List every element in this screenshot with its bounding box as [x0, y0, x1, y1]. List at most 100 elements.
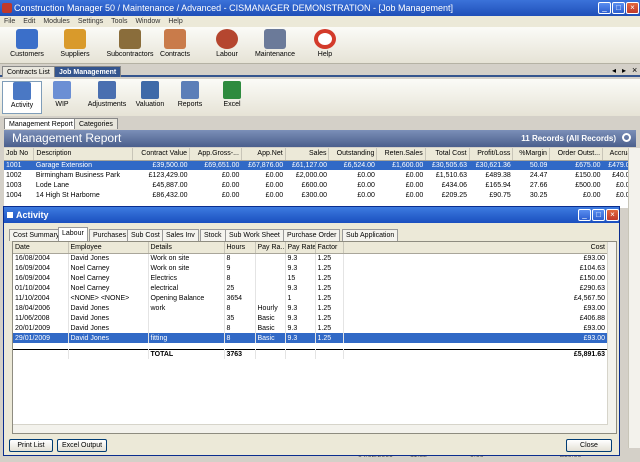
table-row[interactable]: 29/01/2009 David Jones fitting 8 Basic 9.3 1.2… — [13, 333, 608, 343]
table-row[interactable]: 11/10/2004 <NONE> <NONE> Opening Balance 36… — [13, 293, 608, 303]
labour-column-header[interactable]: Pay Rate — [285, 242, 316, 254]
table-row[interactable]: 20/01/2009 David Jones 8 Basic 9.3 1.25 £93.00 — [13, 323, 608, 333]
mgmt-column-header[interactable]: Order Outst... — [549, 148, 604, 161]
chevron-left-icon[interactable]: ◂ — [612, 66, 616, 75]
window-title: Construction Manager 50 / Maintenance / … — [14, 3, 454, 13]
table-row[interactable]: 11/06/2008 David Jones 35 Basic 9.3 1.25 £406.… — [13, 313, 608, 323]
tab-categories[interactable]: Categories — [74, 118, 118, 129]
tab-labour[interactable]: Labour — [58, 227, 88, 241]
mgmt-column-header[interactable]: Profit/Loss — [469, 148, 514, 161]
labour-column-header[interactable]: Cost — [343, 242, 608, 254]
mgmt-column-header[interactable]: Total Cost — [425, 148, 470, 161]
activity-close-button[interactable]: × — [606, 209, 619, 221]
table-row[interactable]: 18/04/2006 David Jones work 8 Hourly 9.3 1.25 £… — [13, 303, 608, 313]
labour-column-header[interactable]: Pay Ra... — [255, 242, 286, 254]
wip-button[interactable]: WIP — [42, 81, 82, 108]
window-title-bar[interactable]: Construction Manager 50 / Maintenance / … — [0, 0, 640, 16]
menu-file[interactable]: File — [0, 16, 19, 27]
tab-contracts-list[interactable]: Contracts List — [2, 66, 55, 77]
table-cell — [148, 323, 225, 333]
mgmt-column-header[interactable]: App.Gross-... — [189, 148, 242, 161]
tab-sales-inv[interactable]: Sales Inv — [162, 229, 199, 241]
activity-dialog: Activity _ □ × Cost Summary Labour Purch… — [3, 206, 620, 456]
labour-column-header[interactable]: Employee — [68, 242, 149, 254]
table-row[interactable]: 16/08/2004 David Jones Work on site 8 9.3 1.2… — [13, 253, 608, 263]
close-window-button[interactable]: × — [626, 2, 639, 14]
customers-button[interactable]: Customers — [2, 29, 52, 58]
close-button[interactable]: Close — [566, 439, 612, 452]
activity-minimize-button[interactable]: _ — [578, 209, 591, 221]
table-cell: £30,621.36 — [469, 160, 513, 170]
minimize-button[interactable]: _ — [598, 2, 611, 14]
tab-cost-summary[interactable]: Cost Summary — [9, 229, 64, 241]
labour-button[interactable]: Labour — [202, 29, 252, 58]
labour-column-header[interactable]: Date — [13, 242, 69, 254]
table-row[interactable]: 1002 Birmingham Business Park £123,429.00 £… — [4, 170, 636, 180]
activity-title-bar[interactable]: Activity — [4, 207, 619, 223]
maintenance-button[interactable]: Maintenance — [250, 29, 300, 58]
mgmt-column-header[interactable]: Outstanding — [328, 148, 378, 161]
activity-button[interactable]: Activity — [2, 81, 42, 114]
tab-purchase-order[interactable]: Purchase Order — [283, 229, 341, 241]
mgmt-column-header[interactable]: %Margin — [512, 148, 550, 161]
print-list-button[interactable]: Print List — [9, 439, 53, 452]
table-row[interactable]: 1004 14 High St Harborne £86,432.00 £0.00 £0… — [4, 190, 636, 200]
labour-column-header[interactable]: Hours — [224, 242, 256, 254]
table-cell: 9.3 — [285, 303, 316, 313]
contracts-button[interactable]: Contracts — [150, 29, 200, 58]
main-scrollbar[interactable] — [628, 148, 640, 448]
tab-sub-application[interactable]: Sub Application — [342, 229, 399, 241]
tab-stock[interactable]: Stock — [200, 229, 226, 241]
table-cell: Noel Carney — [68, 273, 149, 283]
mgmt-column-header[interactable]: Contract Value — [132, 148, 191, 161]
labour-horizontal-scrollbar[interactable] — [13, 424, 608, 433]
suppliers-button[interactable]: Suppliers — [50, 29, 100, 58]
maximize-button[interactable]: □ — [612, 2, 625, 14]
menu-edit[interactable]: Edit — [19, 16, 39, 27]
mgmt-column-header[interactable]: Reten.Sales — [376, 148, 426, 161]
table-row[interactable]: 1003 Lode Lane £45,887.00 £0.00 £0.00 £600.00… — [4, 180, 636, 190]
valuation-button[interactable]: Valuation — [128, 81, 172, 108]
excel-button[interactable]: Excel — [212, 81, 252, 108]
tab-job-management[interactable]: Job Management — [54, 66, 122, 77]
labour-vertical-scrollbar[interactable] — [607, 242, 616, 433]
excel-output-button[interactable]: Excel Output — [57, 439, 107, 452]
table-cell — [148, 313, 225, 323]
table-cell: 35 — [224, 313, 256, 323]
table-cell: Electrics — [148, 273, 225, 283]
table-row[interactable]: 1001 Garage Extension £39,500.00 £69,651.00… — [4, 160, 636, 170]
table-cell: 8 — [224, 253, 256, 263]
labour-column-header[interactable]: Factor — [315, 242, 344, 254]
maintenance-icon — [264, 29, 286, 49]
tab-purchases[interactable]: Purchases — [89, 229, 131, 241]
mgmt-column-header[interactable]: Description — [33, 148, 134, 161]
adjustments-button[interactable]: Adjustments — [82, 81, 132, 108]
activity-maximize-button[interactable]: □ — [592, 209, 605, 221]
search-icon[interactable] — [622, 133, 631, 142]
table-cell: £69,651.00 — [189, 160, 242, 170]
tab-sub-work-sheet[interactable]: Sub Work Sheet — [225, 229, 284, 241]
mgmt-column-header[interactable]: Job No — [4, 148, 35, 161]
table-cell: £86,432.00 — [152, 191, 188, 199]
mgmt-column-header[interactable]: Sales — [285, 148, 330, 161]
chevron-right-icon[interactable]: ▸ — [622, 66, 626, 75]
help-button[interactable]: Help — [300, 29, 350, 58]
labour-column-header[interactable]: Details — [148, 242, 225, 254]
mgmt-column-header[interactable]: App.Net — [241, 148, 286, 161]
tab-sub-cost[interactable]: Sub Cost — [127, 229, 164, 241]
table-cell — [255, 273, 286, 283]
menu-help[interactable]: Help — [164, 16, 186, 27]
help-icon — [314, 29, 336, 49]
table-row[interactable]: 01/10/2004 Noel Carney electrical 25 9.3 1.25… — [13, 283, 608, 293]
subcontractors-icon — [119, 29, 141, 49]
reports-button[interactable]: Reports — [170, 81, 210, 108]
close-tab-icon[interactable]: × — [632, 65, 637, 75]
table-row[interactable]: 16/09/2004 Noel Carney Work on site 9 9.3 1.2… — [13, 263, 608, 273]
menu-settings[interactable]: Settings — [74, 16, 107, 27]
menu-tools[interactable]: Tools — [107, 16, 131, 27]
tab-management-report[interactable]: Management Report — [4, 118, 78, 129]
table-cell: 9 — [224, 263, 256, 273]
table-row[interactable]: 16/09/2004 Noel Carney Electrics 8 15 1.25 £15… — [13, 273, 608, 283]
menu-modules[interactable]: Modules — [39, 16, 73, 27]
menu-window[interactable]: Window — [131, 16, 164, 27]
